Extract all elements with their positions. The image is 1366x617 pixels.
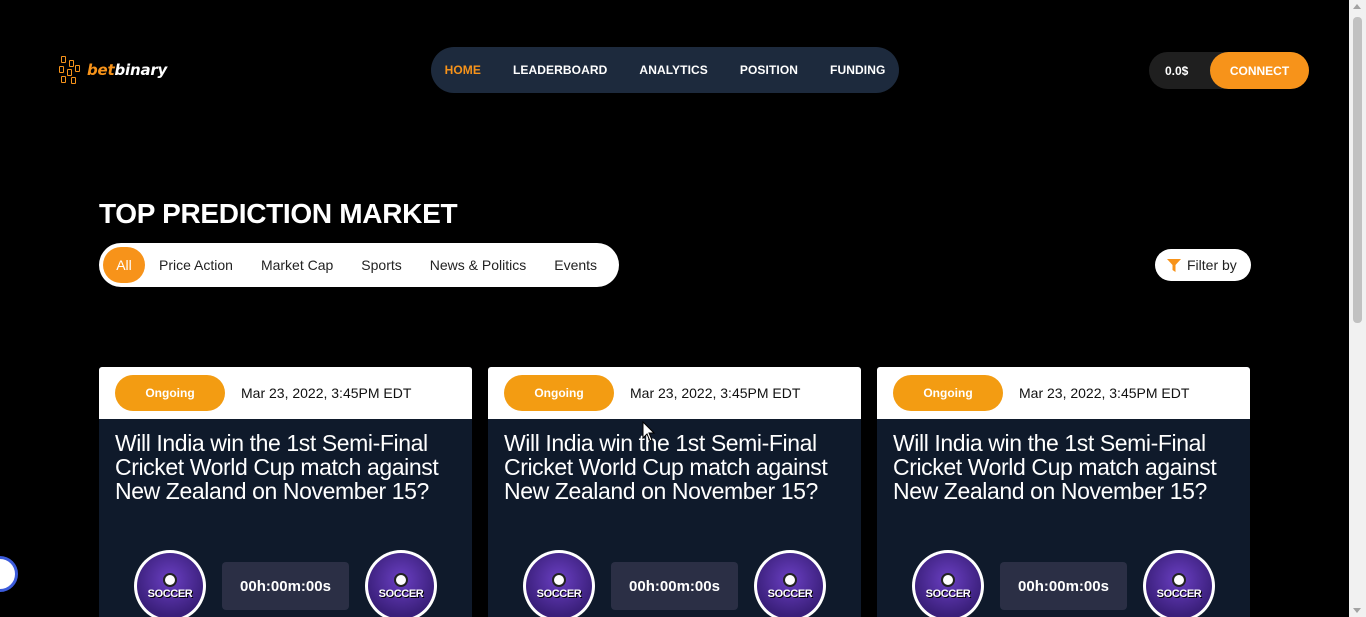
card-question[interactable]: Will India win the 1st Semi-Final Cricke… — [488, 419, 861, 503]
market-card[interactable]: Ongoing Mar 23, 2022, 3:45PM EDT Will In… — [877, 367, 1250, 617]
nav-home[interactable]: HOME — [445, 63, 481, 77]
status-badge: Ongoing — [115, 375, 225, 411]
page-scrollbar[interactable] — [1349, 0, 1366, 617]
card-date: Mar 23, 2022, 3:45PM EDT — [1019, 385, 1190, 401]
connect-button[interactable]: CONNECT — [1210, 52, 1309, 89]
cursor-icon — [642, 421, 656, 442]
tab-news-politics[interactable]: News & Politics — [416, 247, 540, 283]
site-logo[interactable]: betbinary — [59, 54, 167, 86]
soccer-badge-icon: SOCCER — [754, 550, 826, 617]
scrollbar-thumb[interactable] — [1353, 17, 1362, 323]
nav-analytics[interactable]: ANALYTICS — [639, 63, 707, 77]
logo-mark-icon — [59, 55, 85, 85]
soccer-badge-icon: SOCCER — [912, 550, 984, 617]
soccer-badge-icon: SOCCER — [365, 550, 437, 617]
card-matchup: SOCCER 00h:00m:00s SOCCER — [523, 550, 826, 617]
wallet-widget: 0.0$ CONNECT — [1149, 52, 1309, 89]
team-left-name: SOCCER — [147, 587, 193, 600]
wallet-balance: 0.0$ — [1165, 63, 1189, 78]
card-header: Ongoing Mar 23, 2022, 3:45PM EDT — [488, 367, 861, 419]
section-title: TOP PREDICTION MARKET — [99, 198, 458, 229]
tab-sports[interactable]: Sports — [347, 247, 415, 283]
nav-position[interactable]: POSITION — [740, 63, 798, 77]
filter-label: Filter by — [1187, 257, 1237, 273]
card-matchup: SOCCER 00h:00m:00s SOCCER — [912, 550, 1215, 617]
team-left-name: SOCCER — [536, 587, 582, 600]
market-card[interactable]: Ongoing Mar 23, 2022, 3:45PM EDT Will In… — [488, 367, 861, 617]
soccer-badge-icon: SOCCER — [134, 550, 206, 617]
funnel-icon — [1167, 258, 1181, 272]
logo-text: betbinary — [87, 61, 167, 79]
logo-text-prefix: bet — [87, 61, 115, 79]
nav-leaderboard[interactable]: LEADERBOARD — [513, 63, 607, 77]
filter-button[interactable]: Filter by — [1155, 249, 1251, 281]
tab-all[interactable]: All — [103, 247, 145, 283]
card-date: Mar 23, 2022, 3:45PM EDT — [630, 385, 801, 401]
floating-widget-button[interactable] — [0, 556, 18, 592]
nav-funding[interactable]: FUNDING — [830, 63, 885, 77]
status-badge: Ongoing — [504, 375, 614, 411]
logo-text-suffix: binary — [114, 61, 168, 79]
tab-price-action[interactable]: Price Action — [145, 247, 247, 283]
card-matchup: SOCCER 00h:00m:00s SOCCER — [134, 550, 437, 617]
team-right-name: SOCCER — [1156, 587, 1202, 600]
team-left-name: SOCCER — [925, 587, 971, 600]
scroll-up-icon[interactable] — [1353, 4, 1361, 9]
soccer-badge-icon: SOCCER — [523, 550, 595, 617]
tab-market-cap[interactable]: Market Cap — [247, 247, 347, 283]
tab-events[interactable]: Events — [540, 247, 611, 283]
market-card[interactable]: Ongoing Mar 23, 2022, 3:45PM EDT Will In… — [99, 367, 472, 617]
card-question[interactable]: Will India win the 1st Semi-Final Cricke… — [877, 419, 1250, 503]
card-header: Ongoing Mar 23, 2022, 3:45PM EDT — [877, 367, 1250, 419]
team-right-name: SOCCER — [767, 587, 813, 600]
team-right-name: SOCCER — [378, 587, 424, 600]
status-badge: Ongoing — [893, 375, 1003, 411]
card-question[interactable]: Will India win the 1st Semi-Final Cricke… — [99, 419, 472, 503]
card-date: Mar 23, 2022, 3:45PM EDT — [241, 385, 412, 401]
countdown-timer: 00h:00m:00s — [611, 562, 738, 610]
soccer-badge-icon: SOCCER — [1143, 550, 1215, 617]
card-header: Ongoing Mar 23, 2022, 3:45PM EDT — [99, 367, 472, 419]
countdown-timer: 00h:00m:00s — [222, 562, 349, 610]
countdown-timer: 00h:00m:00s — [1000, 562, 1127, 610]
scroll-down-icon[interactable] — [1353, 608, 1361, 613]
main-nav: HOME LEADERBOARD ANALYTICS POSITION FUND… — [431, 47, 899, 93]
category-tabs: All Price Action Market Cap Sports News … — [99, 243, 619, 287]
